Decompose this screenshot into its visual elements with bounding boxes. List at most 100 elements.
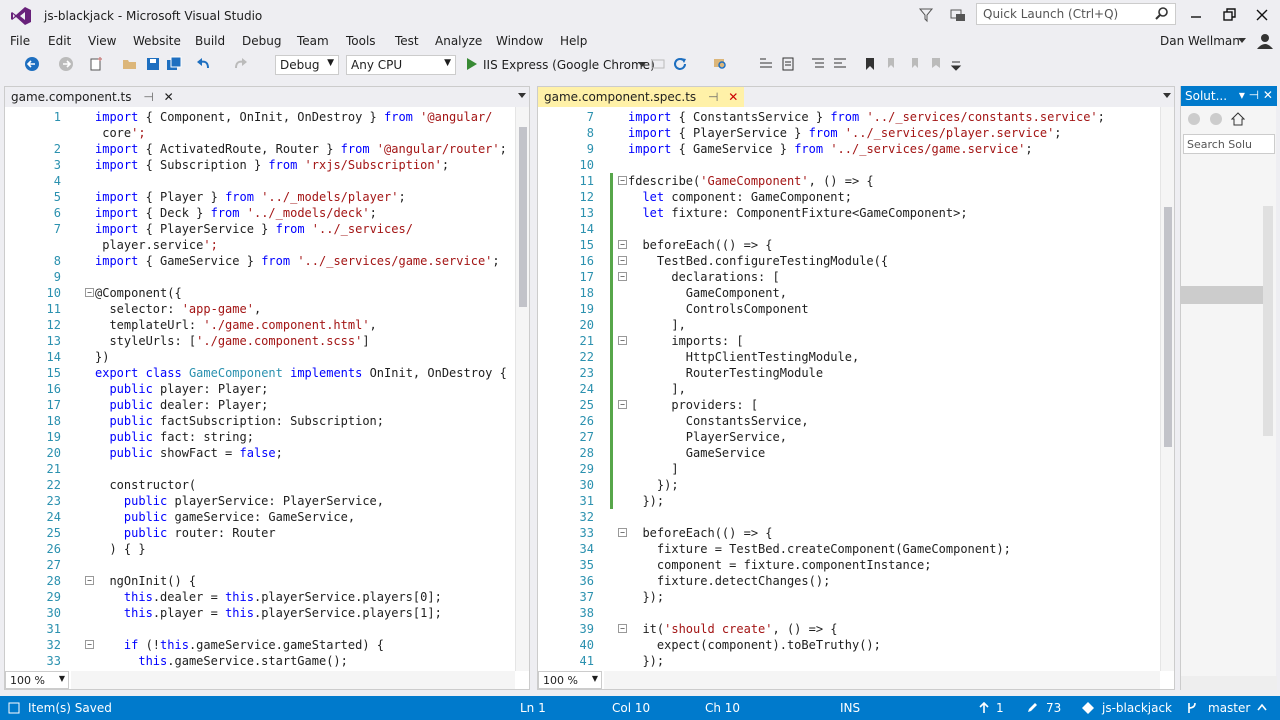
save-all-icon[interactable] — [166, 56, 182, 72]
fold-toggle-icon[interactable]: − — [618, 400, 627, 409]
chevron-up-icon[interactable] — [1256, 702, 1268, 714]
code-editor-right[interactable]: 7 import { ConstantsService } from '../_s… — [538, 107, 1160, 671]
status-repo-name[interactable]: js-blackjack — [1102, 701, 1172, 715]
close-tab-icon[interactable]: ✕ — [164, 90, 174, 104]
fold-toggle-icon[interactable]: − — [618, 528, 627, 537]
back-arrow-icon[interactable] — [24, 56, 40, 72]
status-unpushed-count[interactable]: 1 — [996, 701, 1004, 715]
menu-window[interactable]: Window — [496, 34, 543, 48]
redo-icon[interactable] — [232, 56, 248, 72]
vertical-scrollbar[interactable] — [1160, 107, 1174, 671]
tab-game-component-ts[interactable]: game.component.ts ⊣ ✕ — [5, 87, 180, 107]
arrow-up-icon[interactable] — [978, 702, 990, 714]
solution-hscrollbar[interactable] — [1181, 676, 1277, 690]
horizontal-scrollbar[interactable] — [71, 671, 515, 689]
scrollbar-thumb[interactable] — [1164, 207, 1172, 447]
comment-out-icon[interactable] — [810, 56, 826, 72]
fold-toggle-icon[interactable]: − — [618, 272, 627, 281]
toolbar-overflow-icon[interactable] — [948, 56, 964, 72]
uncomment-icon[interactable] — [832, 56, 848, 72]
next-bookmark-icon[interactable] — [906, 56, 922, 72]
scrollbar-thumb[interactable] — [519, 127, 527, 307]
chevron-down-icon[interactable] — [634, 56, 650, 72]
open-folder-icon[interactable] — [122, 56, 138, 72]
menu-team[interactable]: Team — [297, 34, 329, 48]
step-over-icon[interactable] — [780, 56, 796, 72]
new-project-icon[interactable] — [88, 56, 104, 72]
code-text: declarations: [ — [628, 270, 780, 284]
run-icon[interactable] — [464, 56, 480, 72]
bookmark-icon[interactable] — [862, 56, 878, 72]
pencil-icon[interactable] — [1026, 702, 1038, 714]
solution-scrollbar[interactable] — [1263, 206, 1273, 436]
fold-toggle-icon[interactable]: − — [618, 176, 627, 185]
notification-filter-icon[interactable] — [918, 7, 934, 23]
browser-link-icon[interactable] — [650, 56, 666, 72]
fold-toggle-icon[interactable]: − — [618, 336, 627, 345]
save-icon[interactable] — [145, 56, 161, 72]
status-changes-count[interactable]: 73 — [1046, 701, 1061, 715]
refresh-icon[interactable] — [672, 56, 688, 72]
code-editor-left[interactable]: 1 import { Component, OnInit, OnDestroy }… — [5, 107, 515, 671]
menu-view[interactable]: View — [88, 34, 116, 48]
forward-icon[interactable] — [1209, 112, 1223, 126]
line-number: 23 — [46, 494, 61, 508]
code-text: selector: 'app-game', — [95, 302, 262, 316]
menu-website[interactable]: Website — [133, 34, 181, 48]
find-icon[interactable] — [712, 56, 728, 72]
platform-select[interactable]: Any CPU ▼ — [346, 55, 456, 75]
minimize-icon[interactable] — [1186, 5, 1206, 25]
quick-launch-input[interactable]: Quick Launch (Ctrl+Q) — [976, 3, 1176, 25]
line-number: 27 — [579, 430, 594, 444]
feedback-icon[interactable] — [950, 7, 966, 23]
zoom-select[interactable]: 100 % ▼ — [5, 671, 69, 689]
zoom-select[interactable]: 100 % ▼ — [538, 671, 602, 689]
fold-toggle-icon[interactable]: − — [85, 576, 94, 585]
forward-arrow-icon[interactable] — [58, 56, 74, 72]
avatar[interactable] — [1256, 33, 1274, 49]
configuration-select[interactable]: Debug ▼ — [275, 55, 339, 75]
chevron-down-icon[interactable] — [1162, 92, 1172, 100]
clear-bookmarks-icon[interactable] — [928, 56, 944, 72]
close-icon[interactable] — [1252, 5, 1272, 25]
status-branch-name[interactable]: master — [1208, 701, 1250, 715]
close-tab-icon[interactable]: ✕ — [728, 90, 738, 104]
menu-test[interactable]: Test — [395, 34, 419, 48]
repository-icon[interactable] — [1082, 702, 1094, 714]
branch-icon[interactable] — [1186, 702, 1198, 714]
horizontal-scrollbar[interactable] — [604, 671, 1160, 689]
pin-icon[interactable]: ⊣ — [708, 90, 718, 104]
undo-icon[interactable] — [196, 56, 212, 72]
chevron-down-icon[interactable] — [517, 92, 527, 100]
solution-explorer-title: Solut... — [1185, 89, 1228, 103]
menu-tools[interactable]: Tools — [346, 34, 376, 48]
chevron-down-icon[interactable] — [1238, 38, 1246, 44]
menu-analyze[interactable]: Analyze — [435, 34, 482, 48]
prev-bookmark-icon[interactable] — [884, 56, 900, 72]
fold-toggle-icon[interactable]: − — [85, 640, 94, 649]
menu-file[interactable]: File — [10, 34, 30, 48]
home-icon[interactable] — [1231, 112, 1245, 126]
run-target-button[interactable]: IIS Express (Google Chrome) — [483, 58, 655, 72]
solution-explorer-header[interactable]: Solut... ▾ ⊣ ✕ — [1181, 86, 1277, 106]
tab-game-component-spec-ts[interactable]: game.component.spec.ts ⊣ ✕ — [538, 87, 745, 107]
menu-edit[interactable]: Edit — [48, 34, 71, 48]
fold-toggle-icon[interactable]: − — [618, 256, 627, 265]
fold-toggle-icon[interactable]: − — [618, 240, 627, 249]
fold-toggle-icon[interactable]: − — [85, 288, 94, 297]
pin-icon[interactable]: ⊣ — [143, 90, 153, 104]
selected-tree-item[interactable] — [1181, 286, 1273, 304]
user-name[interactable]: Dan Wellman — [1160, 34, 1240, 48]
back-icon[interactable] — [1187, 112, 1201, 126]
menu-debug[interactable]: Debug — [242, 34, 281, 48]
line-number: 15 — [579, 238, 594, 252]
zoom-value: 100 % — [543, 674, 578, 687]
line-number: 34 — [579, 542, 594, 556]
solution-search-input[interactable]: Search Solu — [1183, 134, 1275, 154]
step-into-icon[interactable] — [758, 56, 774, 72]
vertical-scrollbar[interactable] — [515, 107, 529, 671]
restore-icon[interactable] — [1219, 5, 1239, 25]
fold-toggle-icon[interactable]: − — [618, 624, 627, 633]
menu-build[interactable]: Build — [195, 34, 225, 48]
menu-help[interactable]: Help — [560, 34, 587, 48]
